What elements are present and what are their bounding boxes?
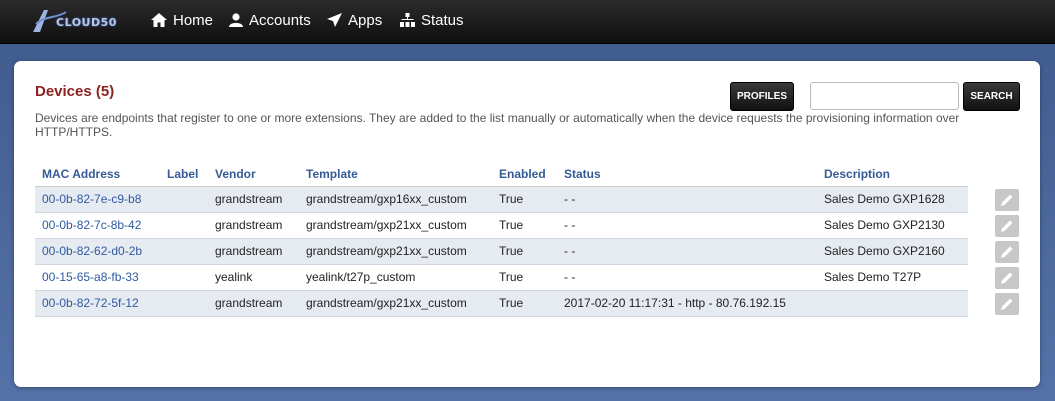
edit-button[interactable] — [995, 189, 1019, 211]
cell-description: Sales Demo T27P — [817, 264, 968, 291]
cell-mac[interactable]: 00-0b-82-7c-8b-42 — [35, 212, 160, 239]
cell-description: Sales Demo GXP2160 — [817, 238, 968, 265]
table-row[interactable]: 00-0b-82-7c-8b-42 grandstream grandstrea… — [35, 212, 968, 239]
edit-button[interactable] — [995, 241, 1019, 263]
nav-apps-label: Apps — [348, 11, 383, 29]
cell-status: - - — [557, 186, 817, 213]
cell-enabled: True — [492, 238, 557, 265]
cell-enabled: True — [492, 264, 557, 291]
devices-panel: Devices (5) PROFILES SEARCH Devices are … — [14, 61, 1040, 387]
cell-vendor: yealink — [208, 264, 299, 291]
page-description: Devices are endpoints that register to o… — [35, 111, 960, 139]
col-label[interactable]: Label — [160, 162, 208, 187]
nav-accounts-label: Accounts — [249, 11, 311, 29]
cell-mac[interactable]: 00-0b-82-72-5f-12 — [35, 290, 160, 317]
nav-status[interactable]: Status — [400, 0, 464, 40]
cell-status: - - — [557, 238, 817, 265]
col-description[interactable]: Description — [817, 162, 968, 187]
top-navbar: CLOUD50 Home Accounts Apps Status — [0, 0, 1055, 44]
cell-label — [160, 290, 208, 317]
search-input[interactable] — [810, 82, 959, 110]
col-enabled[interactable]: Enabled — [492, 162, 557, 187]
devices-table: MAC Address Label Vendor Template Enable… — [35, 162, 968, 317]
pencil-icon — [1001, 272, 1013, 284]
table-row[interactable]: 00-0b-82-72-5f-12 grandstream grandstrea… — [35, 290, 968, 317]
cell-description: Sales Demo GXP2130 — [817, 212, 968, 239]
cell-mac[interactable]: 00-0b-82-62-d0-2b — [35, 238, 160, 265]
cell-template: grandstream/gxp21xx_custom — [299, 238, 492, 265]
col-vendor[interactable]: Vendor — [208, 162, 299, 187]
cell-vendor: grandstream — [208, 238, 299, 265]
table-header-row: MAC Address Label Vendor Template Enable… — [35, 162, 968, 187]
pencil-icon — [1001, 298, 1013, 310]
cell-label — [160, 238, 208, 265]
cell-enabled: True — [492, 212, 557, 239]
cell-description: Sales Demo GXP1628 — [817, 186, 968, 213]
cell-status: - - — [557, 212, 817, 239]
pencil-icon — [1001, 220, 1013, 232]
pencil-icon — [1001, 194, 1013, 206]
cell-template: yealink/t27p_custom — [299, 264, 492, 291]
pencil-icon — [1001, 246, 1013, 258]
cell-template: grandstream/gxp21xx_custom — [299, 212, 492, 239]
cell-description — [817, 290, 968, 317]
nav-home-label: Home — [173, 11, 214, 29]
cell-status: 2017-02-20 11:17:31 - http - 80.76.192.1… — [557, 290, 817, 317]
cell-status: - - — [557, 264, 817, 291]
search-button[interactable]: SEARCH — [963, 82, 1020, 111]
user-icon — [229, 13, 243, 27]
cell-vendor: grandstream — [208, 212, 299, 239]
col-template[interactable]: Template — [299, 162, 492, 187]
cell-label — [160, 264, 208, 291]
home-icon — [151, 13, 167, 27]
nav-apps[interactable]: Apps — [327, 0, 382, 40]
send-icon — [327, 13, 342, 27]
edit-button[interactable] — [995, 215, 1019, 237]
edit-button[interactable] — [995, 293, 1019, 315]
cell-label — [160, 186, 208, 213]
col-status[interactable]: Status — [557, 162, 817, 187]
cell-enabled: True — [492, 290, 557, 317]
table-row[interactable]: 00-15-65-a8-fb-33 yealink yealink/t27p_c… — [35, 264, 968, 291]
cell-enabled: True — [492, 186, 557, 213]
col-mac-address[interactable]: MAC Address — [35, 162, 160, 187]
sitemap-icon — [400, 13, 415, 27]
logo-text: CLOUD50 — [56, 16, 117, 29]
profiles-button[interactable]: PROFILES — [730, 82, 794, 111]
nav-accounts[interactable]: Accounts — [229, 0, 311, 40]
cell-template: grandstream/gxp21xx_custom — [299, 290, 492, 317]
page-title: Devices (5) — [35, 83, 115, 100]
cell-vendor: grandstream — [208, 186, 299, 213]
nav-home[interactable]: Home — [151, 0, 213, 40]
cell-mac[interactable]: 00-15-65-a8-fb-33 — [35, 264, 160, 291]
brand-logo[interactable]: CLOUD50 — [30, 6, 125, 36]
cell-vendor: grandstream — [208, 290, 299, 317]
cell-template: grandstream/gxp16xx_custom — [299, 186, 492, 213]
cell-mac[interactable]: 00-0b-82-7e-c9-b8 — [35, 186, 160, 213]
cell-label — [160, 212, 208, 239]
table-row[interactable]: 00-0b-82-7e-c9-b8 grandstream grandstrea… — [35, 186, 968, 213]
table-row[interactable]: 00-0b-82-62-d0-2b grandstream grandstrea… — [35, 238, 968, 265]
edit-button[interactable] — [995, 267, 1019, 289]
nav-status-label: Status — [421, 11, 464, 29]
